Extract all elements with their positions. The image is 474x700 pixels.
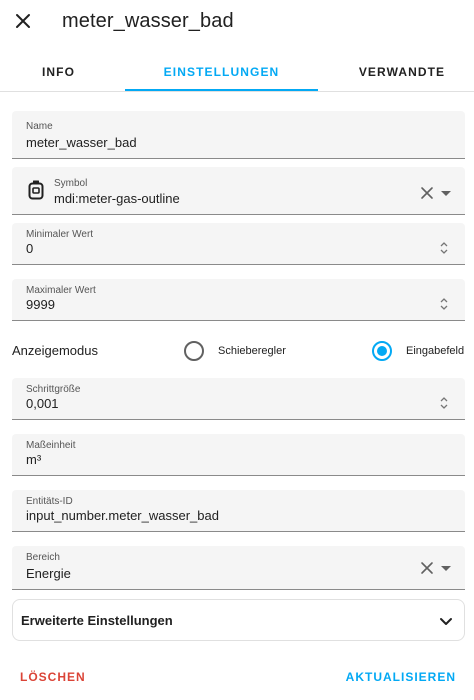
clear-symbol-icon[interactable] — [419, 185, 435, 201]
symbol-field[interactable]: Symbol mdi:meter-gas-outline — [12, 167, 465, 215]
dialog-header: meter_wasser_bad — [0, 0, 474, 44]
update-button[interactable]: AKTUALISIEREN — [346, 670, 456, 684]
radio-input-field-label[interactable]: Eingabefeld — [406, 345, 464, 357]
name-field-value: meter_wasser_bad — [26, 135, 137, 150]
radio-slider-label[interactable]: Schieberegler — [218, 345, 286, 357]
entity-id-label: Entitäts-ID — [26, 496, 73, 507]
min-value-label: Minimaler Wert — [26, 229, 94, 240]
unit-label: Maßeinheit — [26, 440, 76, 451]
area-field[interactable]: Bereich Energie — [12, 546, 465, 590]
display-mode-label: Anzeigemodus — [12, 343, 98, 358]
max-value-field[interactable]: Maximaler Wert 9999 — [12, 279, 465, 321]
entity-id-field[interactable]: Entitäts-ID input_number.meter_wasser_ba… — [12, 490, 465, 532]
unit-value: m³ — [26, 452, 42, 467]
number-stepper[interactable] — [437, 239, 451, 257]
chevron-down-icon[interactable] — [439, 561, 453, 575]
stepper-icon — [440, 397, 448, 409]
unit-field[interactable]: Maßeinheit m³ — [12, 434, 465, 476]
meter-gas-outline-icon — [28, 180, 44, 200]
advanced-settings-label: Erweiterte Einstellungen — [21, 613, 173, 628]
tab-settings[interactable]: EINSTELLUNGEN — [125, 52, 318, 92]
radio-slider[interactable] — [184, 341, 204, 361]
tab-bar: INFO EINSTELLUNGEN VERWANDTE — [0, 52, 474, 92]
advanced-settings-expander[interactable]: Erweiterte Einstellungen — [12, 599, 465, 641]
chevron-down-icon — [440, 618, 452, 625]
symbol-field-label: Symbol — [54, 178, 88, 189]
max-value-value: 9999 — [26, 297, 55, 312]
min-value-field[interactable]: Minimaler Wert 0 — [12, 223, 465, 265]
close-button[interactable] — [10, 8, 36, 34]
step-size-label: Schrittgröße — [26, 384, 81, 395]
step-size-field[interactable]: Schrittgröße 0,001 — [12, 378, 465, 420]
display-mode-group: Anzeigemodus Schieberegler Eingabefeld — [12, 336, 474, 366]
number-stepper[interactable] — [437, 295, 451, 313]
radio-input-field[interactable] — [372, 341, 392, 361]
close-icon — [16, 14, 30, 28]
stepper-icon — [440, 242, 448, 254]
clear-area-icon[interactable] — [419, 560, 435, 576]
active-tab-indicator — [125, 89, 318, 91]
min-value-value: 0 — [26, 241, 34, 256]
area-label: Bereich — [26, 552, 60, 563]
stepper-icon — [440, 298, 448, 310]
tab-related[interactable]: VERWANDTE — [330, 52, 474, 92]
name-field-label: Name — [26, 121, 53, 132]
step-size-value: 0,001 — [26, 396, 59, 411]
tab-info[interactable]: INFO — [0, 52, 117, 92]
area-value: Energie — [26, 566, 71, 581]
entity-id-value: input_number.meter_wasser_bad — [26, 508, 219, 523]
max-value-label: Maximaler Wert — [26, 285, 96, 296]
delete-button[interactable]: LÖSCHEN — [20, 670, 86, 684]
chevron-down-icon[interactable] — [439, 186, 453, 200]
symbol-field-value: mdi:meter-gas-outline — [54, 191, 180, 206]
dialog-title: meter_wasser_bad — [62, 10, 234, 32]
name-field[interactable]: Name meter_wasser_bad — [12, 111, 465, 159]
number-stepper[interactable] — [437, 394, 451, 412]
